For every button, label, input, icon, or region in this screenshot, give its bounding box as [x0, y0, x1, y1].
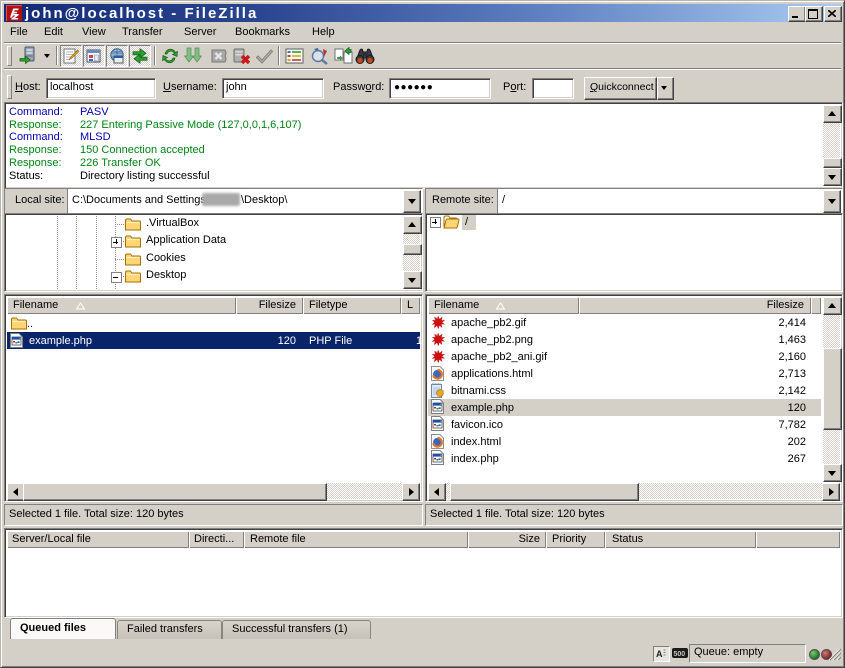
svg-text:A: A [656, 649, 663, 659]
svg-text:500: 500 [674, 651, 686, 657]
